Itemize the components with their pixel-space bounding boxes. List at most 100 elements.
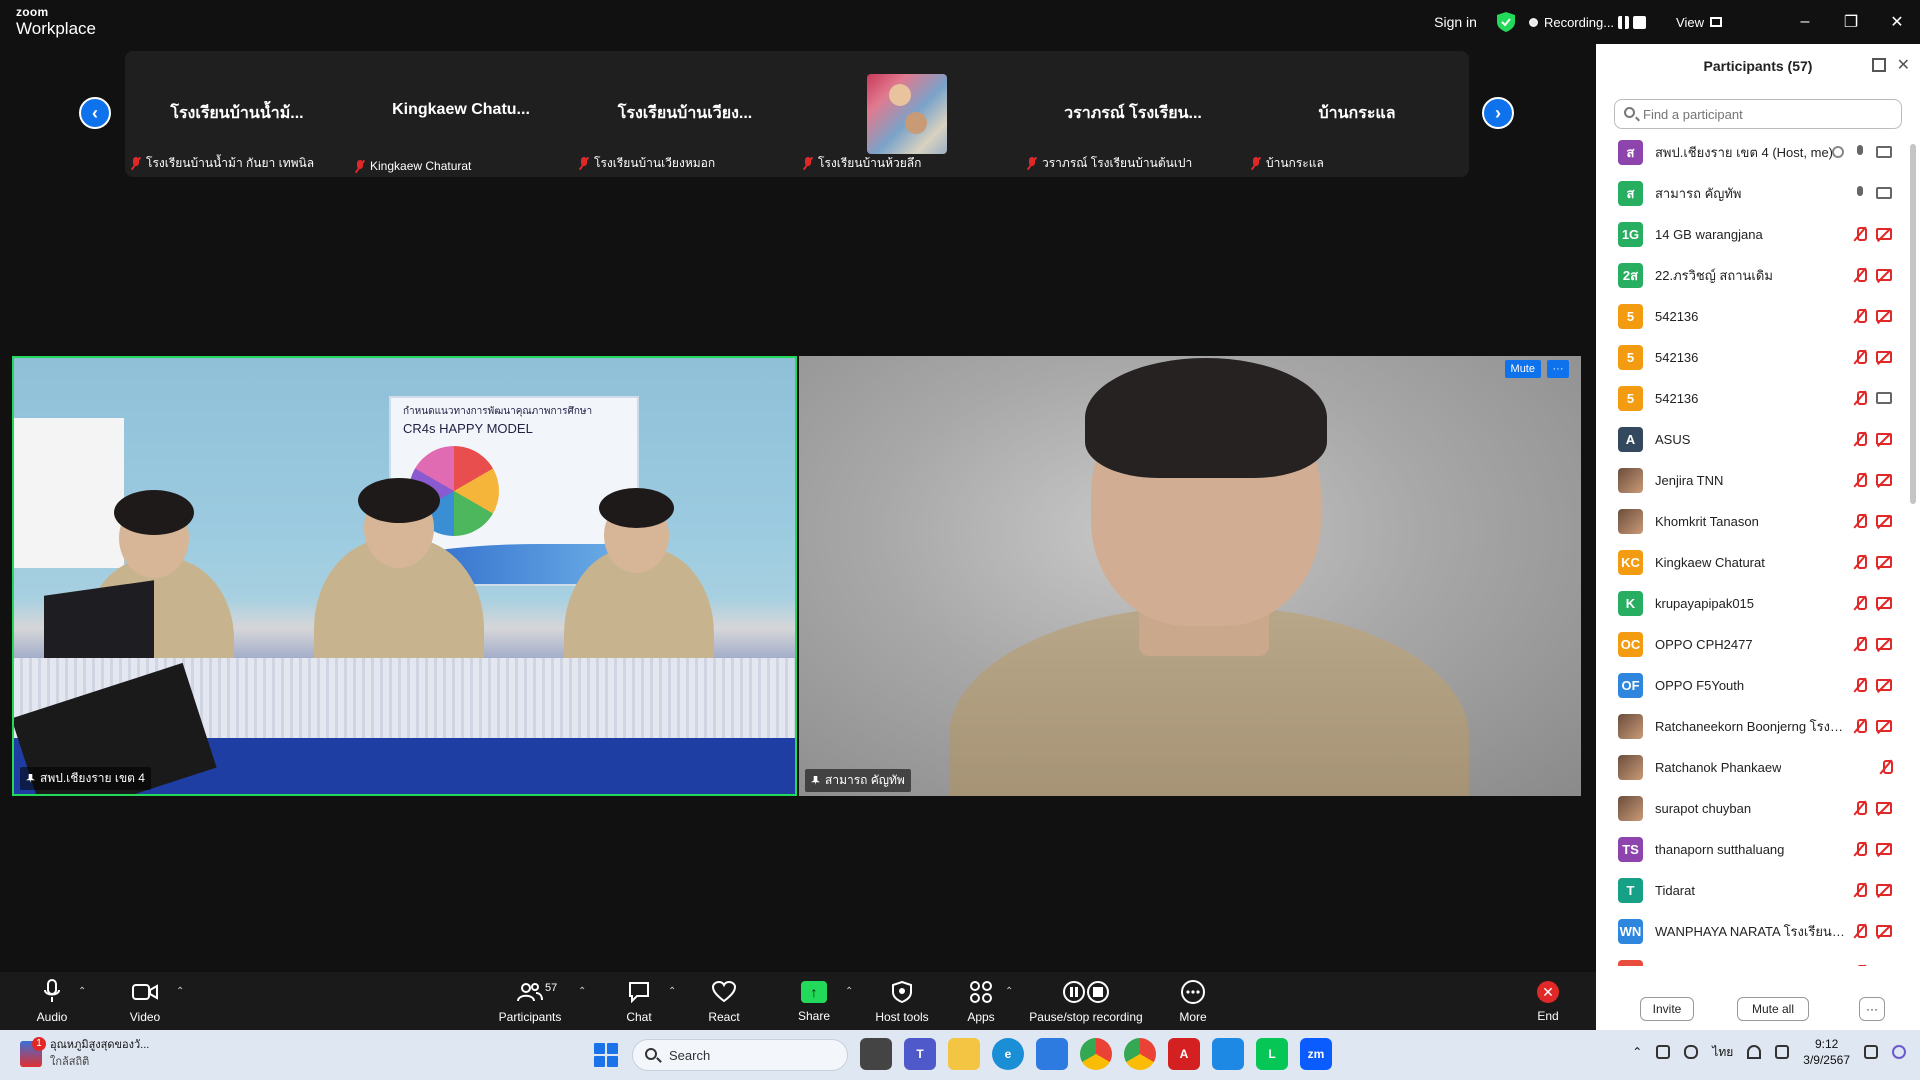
participant-row[interactable]: surapot chuyban xyxy=(1596,788,1906,829)
participant-row[interactable]: 5 542136 xyxy=(1596,378,1906,419)
video-options-caret-icon[interactable]: ⌃ xyxy=(176,986,184,997)
participant-row[interactable]: Khomkrit Tanason xyxy=(1596,501,1906,542)
mic-muted-icon[interactable] xyxy=(1854,555,1867,570)
video-button[interactable]: Video xyxy=(125,972,165,1030)
task-view-icon[interactable] xyxy=(860,1038,892,1070)
camera-off-icon[interactable] xyxy=(1876,638,1892,650)
participant-row[interactable]: 5 542136 xyxy=(1596,337,1906,378)
camera-off-icon[interactable] xyxy=(1876,802,1892,814)
participant-row[interactable]: Ratchanok Phankaew xyxy=(1596,747,1906,788)
stop-recording-icon[interactable] xyxy=(1633,15,1647,29)
taskbar-search[interactable]: Search xyxy=(632,1039,848,1071)
participant-row[interactable]: OF OPPO F5Youth xyxy=(1596,665,1906,706)
panel-more-button[interactable]: ··· xyxy=(1859,997,1885,1021)
camera-off-icon[interactable] xyxy=(1876,556,1892,568)
participant-row[interactable]: ส สามารถ คัญทัพ xyxy=(1596,173,1906,214)
mic-muted-icon[interactable] xyxy=(1854,309,1867,324)
clock[interactable]: 9:12 3/9/2567 xyxy=(1803,1036,1850,1068)
participant-row[interactable]: 5 542136 xyxy=(1596,296,1906,337)
chrome-profile-icon[interactable] xyxy=(1124,1038,1156,1070)
recording-status-icon[interactable] xyxy=(1832,146,1844,158)
mic-on-icon[interactable] xyxy=(1854,145,1866,160)
chrome-icon[interactable] xyxy=(1080,1038,1112,1070)
apps-button[interactable]: Apps xyxy=(965,972,997,1030)
end-meeting-button[interactable]: ✕ End xyxy=(1534,972,1562,1030)
mic-muted-icon[interactable] xyxy=(1854,719,1867,734)
tray-mic-icon[interactable] xyxy=(1684,1045,1699,1059)
camera-off-icon[interactable] xyxy=(1876,720,1892,732)
mic-muted-icon[interactable] xyxy=(1854,596,1867,611)
camera-off-icon[interactable] xyxy=(1876,679,1892,691)
camera-off-icon[interactable] xyxy=(1876,884,1892,896)
language-indicator[interactable]: ไทย xyxy=(1712,1043,1733,1062)
camera-off-icon[interactable] xyxy=(1876,310,1892,322)
participant-tile[interactable]: วราภรณ์ โรงเรียน... วราภรณ์ โรงเรียนบ้าน… xyxy=(1021,51,1245,177)
video-participant[interactable]: Mute ··· สามารถ คัญทัพ xyxy=(799,356,1581,796)
participant-row[interactable]: 2ส 22.ภรวิชญ์ สถานเดิม xyxy=(1596,255,1906,296)
participants-button[interactable]: Participants xyxy=(495,972,565,1030)
participant-row[interactable]: KC Kingkaew Chaturat xyxy=(1596,542,1906,583)
participant-row[interactable]: ส สพป.เชียงราย เขต 4 (Host, me) xyxy=(1596,132,1906,173)
popout-icon[interactable] xyxy=(1872,58,1886,72)
camera-on-icon[interactable] xyxy=(1876,187,1892,199)
camera-on-icon[interactable] xyxy=(1876,146,1892,158)
file-explorer-icon[interactable] xyxy=(948,1038,980,1070)
mic-muted-icon[interactable] xyxy=(1854,637,1867,652)
participant-row[interactable]: WT Wilawan Theptan xyxy=(1596,952,1906,966)
mic-muted-icon[interactable] xyxy=(1854,801,1867,816)
participants-scrollbar[interactable] xyxy=(1910,144,1916,504)
mic-muted-icon[interactable] xyxy=(1854,268,1867,283)
mic-muted-icon[interactable] xyxy=(1854,883,1867,898)
share-caret-icon[interactable]: ⌃ xyxy=(845,986,853,997)
zoom-taskbar-icon[interactable]: zm xyxy=(1300,1038,1332,1070)
copilot-icon[interactable] xyxy=(1892,1045,1906,1059)
audio-options-caret-icon[interactable]: ⌃ xyxy=(78,986,86,997)
network-off-icon[interactable] xyxy=(1656,1045,1671,1059)
participants-caret-icon[interactable]: ⌃ xyxy=(578,986,586,997)
camera-off-icon[interactable] xyxy=(1876,474,1892,486)
strip-prev-button[interactable]: ‹ xyxy=(79,97,111,129)
audio-button[interactable]: Audio xyxy=(34,972,70,1030)
mic-muted-icon[interactable] xyxy=(1854,514,1867,529)
participants-list[interactable]: สสพป.เชียงราย เขต 4 (Host, me) สสามารถ คั… xyxy=(1596,132,1906,966)
mic-muted-icon[interactable] xyxy=(1854,350,1867,365)
sign-in-link[interactable]: Sign in xyxy=(1434,14,1477,30)
camera-off-icon[interactable] xyxy=(1876,228,1892,240)
edge-icon[interactable]: e xyxy=(992,1038,1024,1070)
share-button[interactable]: ↑ Share xyxy=(796,972,832,1030)
mic-muted-icon[interactable] xyxy=(1854,965,1867,966)
close-button[interactable]: ✕ xyxy=(1874,0,1920,44)
mic-muted-icon[interactable] xyxy=(1854,391,1867,406)
camera-off-icon[interactable] xyxy=(1876,351,1892,363)
video-host[interactable]: กำหนดแนวทางการพัฒนาคุณภาพการศึกษา CR4s H… xyxy=(12,356,797,796)
strip-next-button[interactable]: › xyxy=(1482,97,1514,129)
camera-off-icon[interactable] xyxy=(1876,433,1892,445)
participant-tile[interactable]: โรงเรียนบ้านเวียง... โรงเรียนบ้านเวียงหม… xyxy=(573,51,797,177)
participant-tile[interactable]: โรงเรียนบ้านน้ำม้... โรงเรียนบ้านน้ำม้า … xyxy=(125,51,349,177)
chat-button[interactable]: Chat xyxy=(622,972,656,1030)
participant-row[interactable]: OC OPPO CPH2477 xyxy=(1596,624,1906,665)
video-more-button[interactable]: ··· xyxy=(1547,360,1569,378)
windows-start-icon[interactable] xyxy=(594,1043,618,1067)
camera-off-icon[interactable] xyxy=(1876,925,1892,937)
paint-icon[interactable] xyxy=(1212,1038,1244,1070)
mic-muted-icon[interactable] xyxy=(1854,227,1867,242)
participant-tile[interactable]: บ้านกระแล บ้านกระแล xyxy=(1245,51,1469,177)
participant-row[interactable]: A ASUS xyxy=(1596,419,1906,460)
find-participant-input[interactable] xyxy=(1614,99,1902,129)
mic-muted-icon[interactable] xyxy=(1854,924,1867,939)
pause-stop-recording-button[interactable]: Pause/stop recording xyxy=(1027,972,1145,1030)
minimize-button[interactable]: – xyxy=(1782,0,1828,44)
encryption-shield-icon[interactable] xyxy=(1496,12,1515,32)
tray-chevron-icon[interactable]: ⌃ xyxy=(1632,1045,1642,1059)
camera-off-icon[interactable] xyxy=(1876,597,1892,609)
mic-muted-icon[interactable] xyxy=(1854,842,1867,857)
participant-row[interactable]: WN WANPHAYA NARATA โรงเรียนบ้าน... xyxy=(1596,911,1906,952)
acrobat-icon[interactable]: A xyxy=(1168,1038,1200,1070)
participant-row[interactable]: TS thanaporn sutthaluang xyxy=(1596,829,1906,870)
apps-caret-icon[interactable]: ⌃ xyxy=(1005,986,1013,997)
participant-tile[interactable]: โรงเรียนบ้านห้วยลึก xyxy=(797,51,1021,177)
invite-button[interactable]: Invite xyxy=(1640,997,1694,1021)
view-button[interactable]: View xyxy=(1676,15,1722,30)
participant-row[interactable]: Kkrupayapipak015 xyxy=(1596,583,1906,624)
